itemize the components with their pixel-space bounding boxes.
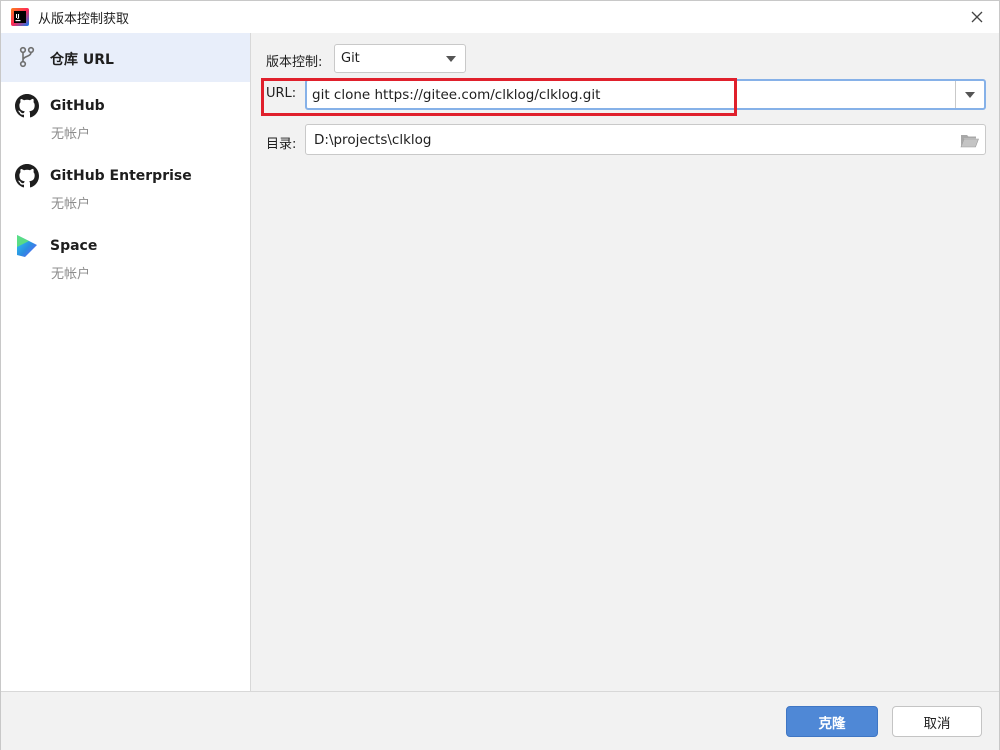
sidebar-item-label: 仓库 URL <box>50 52 114 68</box>
title-bar: IJ 从版本控制获取 <box>1 1 999 33</box>
directory-input[interactable] <box>306 125 956 154</box>
url-field[interactable] <box>305 79 986 110</box>
window-title: 从版本控制获取 <box>38 11 130 27</box>
sidebar-item-label: GitHub <box>50 98 105 114</box>
clone-button[interactable]: 克隆 <box>786 706 878 737</box>
vcs-select-value: Git <box>341 51 360 66</box>
content-panel: 版本控制: Git URL: 目录: <box>251 33 999 691</box>
folder-icon[interactable] <box>959 131 979 149</box>
clone-dialog: IJ 从版本控制获取 仓库 URL GitHub 无帐户 GitHub Ente… <box>0 0 1000 750</box>
close-icon[interactable] <box>967 7 987 27</box>
sidebar-item-sublabel: 无帐户 <box>51 197 91 212</box>
intellij-idea-icon: IJ <box>11 8 29 26</box>
space-icon <box>15 234 39 258</box>
vcs-select[interactable]: Git <box>334 44 466 73</box>
sidebar: 仓库 URL GitHub 无帐户 GitHub Enterprise 无帐户 <box>1 33 251 691</box>
sidebar-item-sublabel: 无帐户 <box>51 127 91 142</box>
vcs-branch-icon <box>15 45 39 69</box>
sidebar-item-github[interactable]: GitHub 无帐户 <box>1 82 250 152</box>
sidebar-item-label: GitHub Enterprise <box>50 168 192 184</box>
url-label: URL: <box>266 86 297 101</box>
sidebar-item-github-enterprise[interactable]: GitHub Enterprise 无帐户 <box>1 152 250 222</box>
sidebar-item-sublabel: 无帐户 <box>51 267 91 282</box>
github-icon <box>15 94 39 118</box>
sidebar-item-label: Space <box>50 238 98 254</box>
github-icon <box>15 164 39 188</box>
chevron-down-icon <box>446 56 456 62</box>
svg-text:IJ: IJ <box>16 14 20 20</box>
footer-bar: 克隆 取消 <box>1 691 999 750</box>
cancel-button[interactable]: 取消 <box>892 706 982 737</box>
url-input[interactable] <box>307 80 954 109</box>
vcs-label: 版本控制: <box>266 55 323 70</box>
sidebar-item-repository-url[interactable]: 仓库 URL <box>1 33 250 82</box>
chevron-down-icon <box>965 91 975 98</box>
sidebar-item-space[interactable]: Space 无帐户 <box>1 222 250 292</box>
directory-label: 目录: <box>266 137 297 152</box>
url-history-dropdown[interactable] <box>955 81 984 108</box>
directory-field[interactable] <box>305 124 986 155</box>
